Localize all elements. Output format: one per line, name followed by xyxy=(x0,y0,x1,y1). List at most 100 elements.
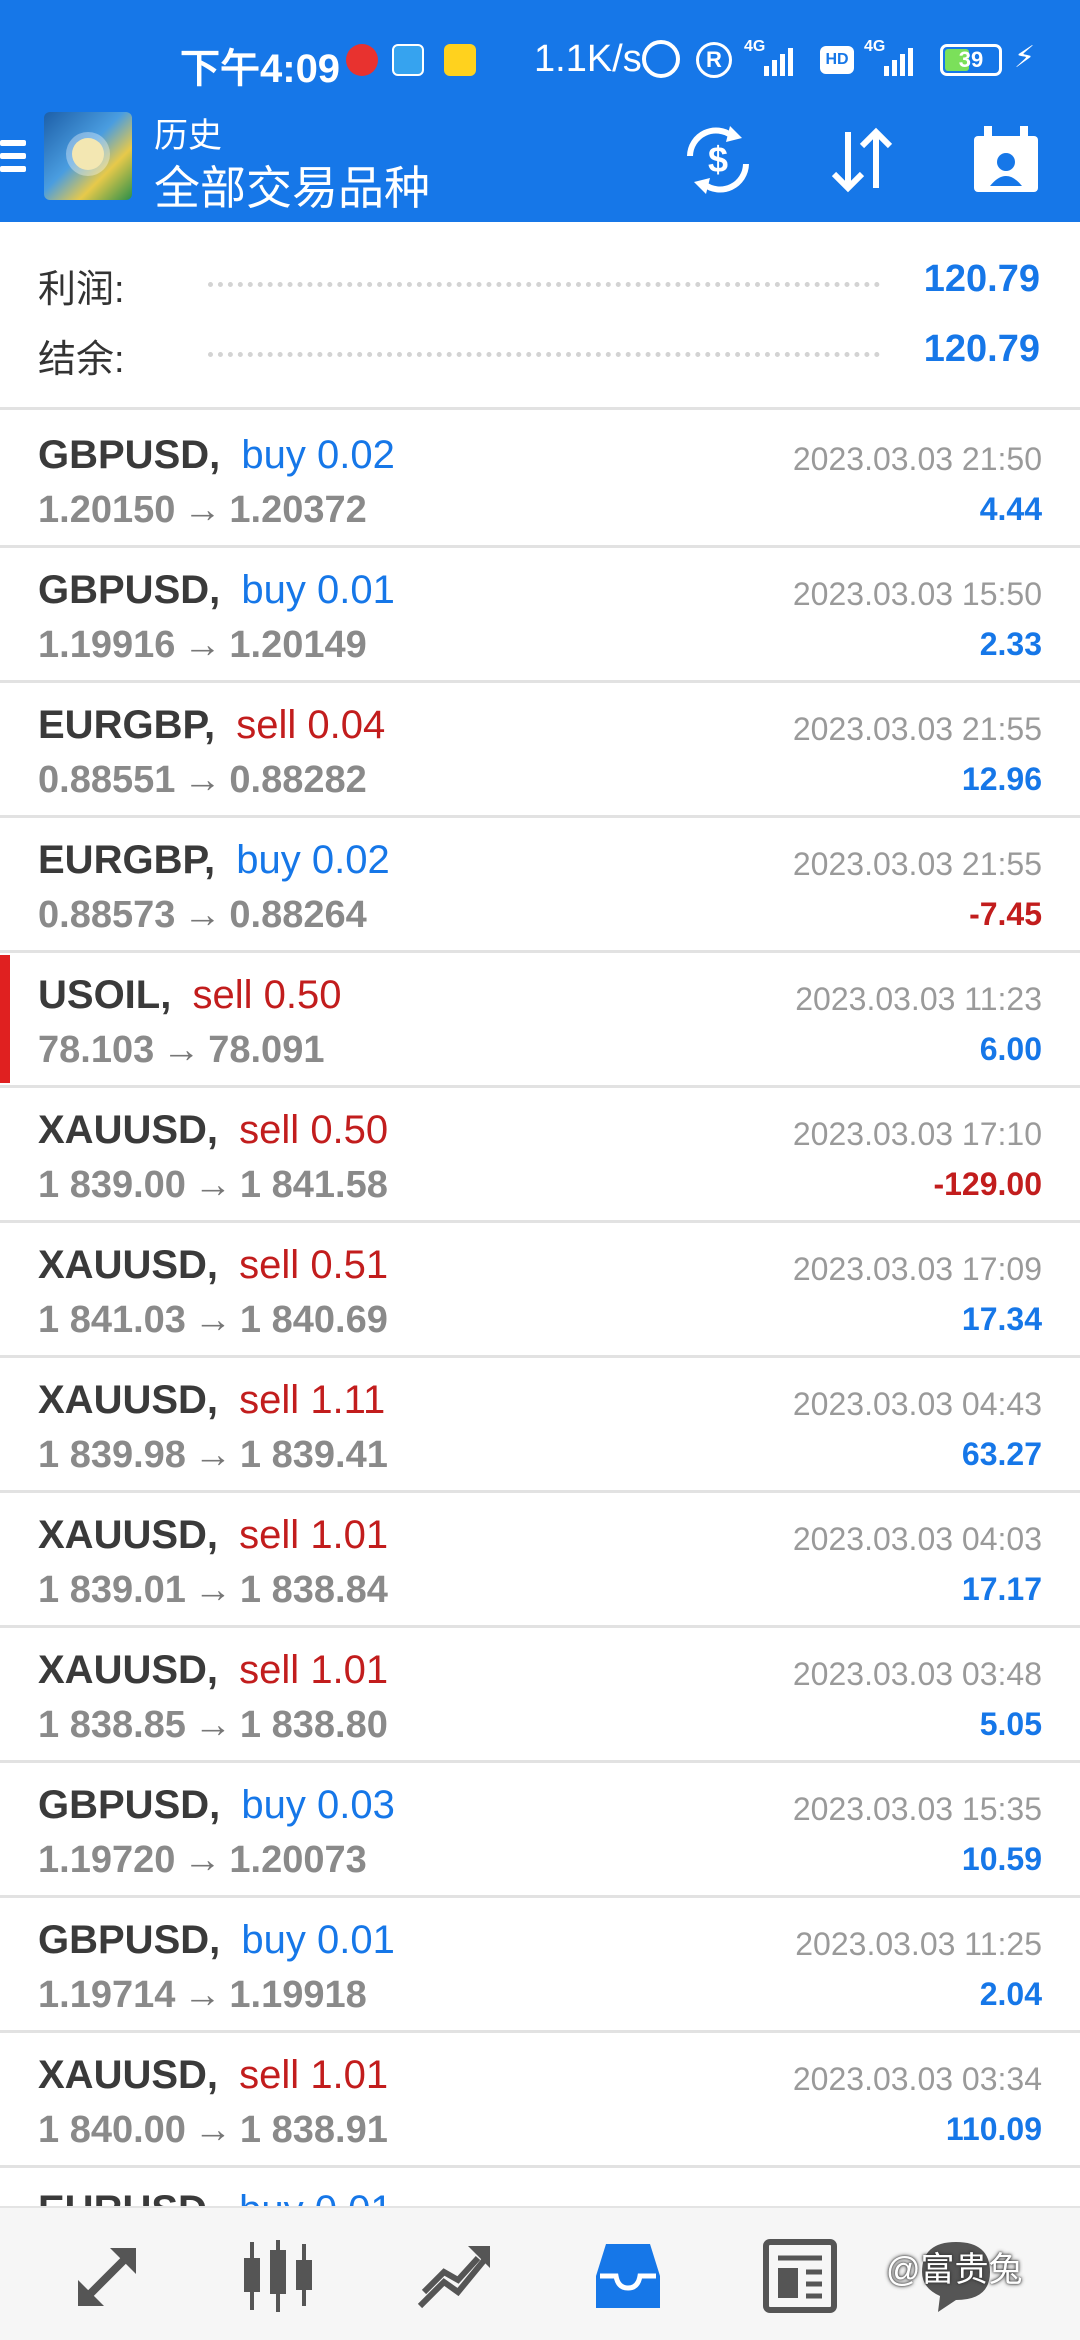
deal-type: buy xyxy=(241,433,306,477)
deal-type: buy xyxy=(241,1783,306,1827)
deal-prices: 1.19720 → 1.20073 xyxy=(38,1839,367,1882)
close-price: 1 838.91 xyxy=(239,2109,388,2151)
hd-icon: HD xyxy=(820,46,854,74)
deal-row[interactable]: EURGBP, sell 0.04 0.88551 → 0.88282 2023.0… xyxy=(0,683,1080,818)
deal-profit: -129.00 xyxy=(933,1166,1042,1202)
deal-type: sell xyxy=(236,703,297,747)
balance-value: 120.79 xyxy=(923,328,1040,370)
deal-type: sell xyxy=(192,973,253,1017)
deal-volume: 0.51 xyxy=(310,1243,389,1287)
deal-type: buy xyxy=(241,1918,306,1962)
deal-row[interactable]: GBPUSD, buy 0.02 1.20150 → 1.20372 2023.03… xyxy=(0,413,1080,548)
deal-row[interactable]: XAUUSD, sell 1.01 1 840.00 → 1 838.91 2023… xyxy=(0,2033,1080,2168)
alarm-icon xyxy=(642,40,680,78)
deal-row[interactable]: GBPUSD, buy 0.01 1.19916 → 1.20149 2023.03… xyxy=(0,548,1080,683)
deal-symbol: XAUUSD xyxy=(38,1108,207,1152)
deal-symbol: EURGBP xyxy=(38,838,204,882)
deal-row[interactable]: XAUUSD, sell 0.51 1 841.03 → 1 840.69 2023… xyxy=(0,1223,1080,1358)
deal-header: GBPUSD, buy 0.01 xyxy=(38,568,395,613)
signal-icon-2 xyxy=(884,46,913,76)
arrow-right-icon: → xyxy=(183,624,222,666)
balance-row: 结余: 120.79 xyxy=(0,322,1080,382)
deal-type: buy xyxy=(241,568,306,612)
deal-side: sell 0.04 xyxy=(236,703,385,747)
calendar-period-icon[interactable] xyxy=(968,122,1044,198)
currency-exchange-icon[interactable]: $ xyxy=(680,122,756,198)
deal-side: sell 0.50 xyxy=(192,973,341,1017)
deal-time: 2023.03.03 21:50 xyxy=(792,441,1042,477)
trade-icon[interactable] xyxy=(414,2236,494,2316)
open-price: 78.103 xyxy=(38,1029,155,1071)
app-logo xyxy=(44,112,132,200)
deal-prices: 1 839.01 → 1 838.84 xyxy=(38,1569,388,1612)
close-price: 1 841.58 xyxy=(239,1164,388,1206)
deal-profit: 2.33 xyxy=(979,626,1042,662)
deal-volume: 1.01 xyxy=(310,1513,389,1557)
deal-header: USOIL, sell 0.50 xyxy=(38,973,342,1018)
dot-leader xyxy=(208,282,880,287)
deal-time: 2023.03.03 17:09 xyxy=(792,1251,1042,1287)
deal-side: buy 0.03 xyxy=(241,1783,394,1827)
deal-row[interactable]: GBPUSD, buy 0.01 1.19714 → 1.19918 2023.03… xyxy=(0,1898,1080,2033)
deal-prices: 0.88573 → 0.88264 xyxy=(38,894,367,937)
deal-volume: 0.03 xyxy=(317,1783,395,1827)
chart-icon[interactable] xyxy=(238,2236,318,2316)
separator: , xyxy=(209,1783,221,1827)
deal-symbol: XAUUSD xyxy=(38,1648,207,1692)
deal-prices: 1 841.03 → 1 840.69 xyxy=(38,1299,388,1342)
watermark: @富贵兔 xyxy=(886,2251,1023,2289)
deal-profit: 10.59 xyxy=(961,1841,1042,1877)
deal-row[interactable]: XAUUSD, sell 1.01 1 838.85 → 1 838.80 2023… xyxy=(0,1628,1080,1763)
deal-prices: 1 839.98 → 1 839.41 xyxy=(38,1434,388,1477)
deal-header: GBPUSD, buy 0.02 xyxy=(38,433,395,478)
deal-prices: 1 838.85 → 1 838.80 xyxy=(38,1704,388,1747)
symbol-filter[interactable]: 全部交易品种 xyxy=(154,152,430,218)
deal-row[interactable]: GBPUSD, buy 0.03 1.19720 → 1.20073 2023.03… xyxy=(0,1763,1080,1898)
close-price: 1 838.84 xyxy=(239,1569,388,1611)
deal-volume: 0.01 xyxy=(317,568,395,612)
deal-row[interactable]: XAUUSD, sell 1.11 1 839.98 → 1 839.41 2023… xyxy=(0,1358,1080,1493)
history-icon[interactable] xyxy=(588,2236,668,2316)
open-price: 1.19720 xyxy=(38,1839,176,1881)
deal-prices: 0.88551 → 0.88282 xyxy=(38,759,367,802)
deal-type: buy xyxy=(236,838,301,882)
separator: , xyxy=(206,1108,219,1152)
deal-type: sell xyxy=(239,1378,300,1422)
menu-icon[interactable] xyxy=(0,140,26,180)
deal-side: buy 0.02 xyxy=(241,433,394,477)
deal-profit: -7.45 xyxy=(969,896,1042,932)
deal-header: EURGBP, sell 0.04 xyxy=(38,703,385,748)
close-price: 1 838.80 xyxy=(239,1704,388,1746)
deal-time: 2023.03.03 21:55 xyxy=(792,846,1042,882)
deal-symbol: XAUUSD xyxy=(38,1378,207,1422)
separator: , xyxy=(203,838,216,882)
charging-icon: ⚡ xyxy=(1014,41,1036,74)
deal-side: sell 1.01 xyxy=(239,1513,388,1557)
quotes-icon[interactable] xyxy=(68,2236,148,2316)
battery-level: 39 xyxy=(958,47,984,72)
deal-row[interactable]: USOIL, sell 0.50 78.103 → 78.091 2023.03.0… xyxy=(0,953,1080,1088)
deal-row[interactable]: XAUUSD, sell 1.01 1 839.01 → 1 838.84 2023… xyxy=(0,1493,1080,1628)
open-price: 1 839.00 xyxy=(38,1164,186,1206)
close-price: 0.88282 xyxy=(229,759,367,801)
signal-icon xyxy=(764,46,793,76)
separator: , xyxy=(209,1918,221,1962)
deal-time: 2023.03.03 11:23 xyxy=(795,981,1042,1017)
deal-profit: 17.34 xyxy=(961,1301,1042,1337)
deal-time: 2023.03.03 15:35 xyxy=(792,1791,1042,1827)
deal-header: XAUUSD, sell 1.11 xyxy=(38,1378,385,1423)
deal-profit: 2.04 xyxy=(979,1976,1042,2012)
arrow-right-icon: → xyxy=(193,1434,232,1476)
deal-row[interactable]: EURGBP, buy 0.02 0.88573 → 0.88264 2023.03… xyxy=(0,818,1080,953)
journal-icon[interactable] xyxy=(760,2236,840,2316)
deal-time: 2023.03.03 03:48 xyxy=(792,1656,1042,1692)
deal-header: GBPUSD, buy 0.01 xyxy=(38,1918,395,1963)
deal-row[interactable]: XAUUSD, sell 0.50 1 839.00 → 1 841.58 2023… xyxy=(0,1088,1080,1223)
dot-leader xyxy=(208,352,880,357)
deal-time: 2023.03.03 03:34 xyxy=(792,2061,1042,2097)
deal-prices: 1.20150 → 1.20372 xyxy=(38,489,367,532)
deal-symbol: XAUUSD xyxy=(38,1243,207,1287)
deal-header: GBPUSD, buy 0.03 xyxy=(38,1783,395,1828)
deal-header: XAUUSD, sell 1.01 xyxy=(38,1648,388,1693)
sort-icon[interactable] xyxy=(824,122,900,198)
